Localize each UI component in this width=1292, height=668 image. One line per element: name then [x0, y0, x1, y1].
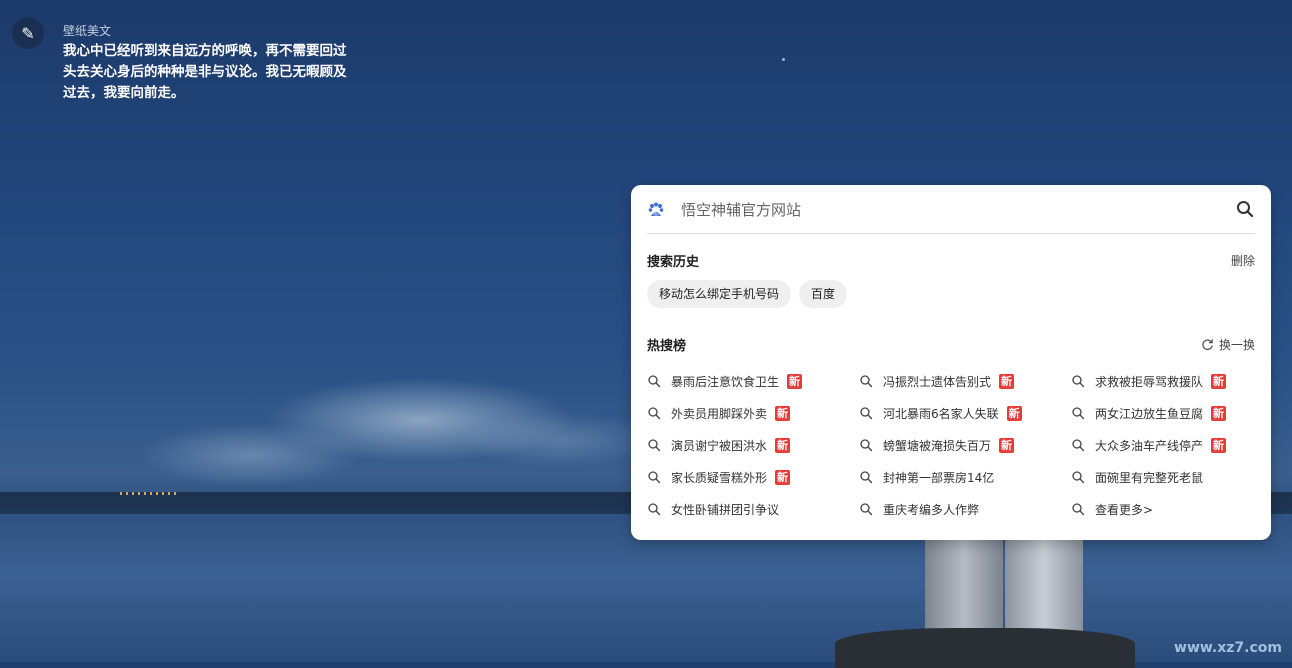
quill-icon[interactable]: ✎ — [12, 17, 44, 49]
hot-item-text: 女性卧铺拼团引争议 — [671, 502, 780, 517]
hot-item-text: 暴雨后注意饮食卫生 — [671, 374, 780, 389]
history-chip[interactable]: 百度 — [799, 280, 848, 308]
search-bar: du — [647, 197, 1255, 234]
new-badge: 新 — [999, 373, 1015, 389]
refresh-label: 换一换 — [1218, 338, 1255, 352]
search-icon — [1072, 407, 1085, 420]
new-badge: 新 — [787, 373, 803, 389]
hot-item-text: 冯振烈士遗体告别式 — [883, 374, 992, 389]
hot-item[interactable]: 河北暴雨6名家人失联新 — [859, 403, 1022, 423]
hot-item[interactable]: 封神第一部票房14亿 — [859, 467, 994, 487]
hot-title: 热搜榜 — [647, 339, 687, 354]
search-icon — [648, 439, 661, 452]
new-badge: 新 — [1211, 437, 1227, 453]
new-badge: 新 — [775, 469, 791, 485]
hot-item-text: 查看更多> — [1095, 502, 1154, 517]
hot-item[interactable]: 暴雨后注意饮食卫生新 — [647, 371, 803, 391]
quote-text: 我心中已经听到来自远方的呼唤，再不需要回过头去关心身后的种种是非与议论。我已无暇… — [63, 43, 347, 101]
search-icon — [860, 439, 873, 452]
star — [782, 58, 785, 61]
search-icon — [860, 407, 873, 420]
hot-item[interactable]: 重庆考编多人作弊 — [859, 499, 979, 519]
search-icon — [860, 503, 873, 516]
new-badge: 新 — [775, 405, 791, 421]
svg-text:du: du — [653, 212, 659, 217]
rocks — [835, 628, 1135, 668]
search-icon — [648, 407, 661, 420]
search-icon — [1072, 471, 1085, 484]
quote-title: 壁纸美文 — [63, 24, 112, 38]
hot-item-text: 演员谢宁被困洪水 — [671, 438, 768, 453]
search-icon — [1072, 503, 1085, 516]
baidu-paw-icon[interactable]: du — [647, 201, 665, 219]
hot-item[interactable]: 演员谢宁被困洪水新 — [647, 435, 791, 455]
hot-item-text: 河北暴雨6名家人失联 — [883, 406, 999, 421]
hot-item[interactable]: 面碗里有完整死老鼠 — [1071, 467, 1203, 487]
hot-item-text: 螃蟹塘被淹损失百万 — [883, 438, 992, 453]
hot-item-text: 求救被拒辱骂救援队 — [1095, 374, 1204, 389]
refresh-button[interactable]: 换一换 — [1201, 336, 1255, 353]
hot-item-text: 封神第一部票房14亿 — [883, 470, 995, 485]
hot-item[interactable]: 螃蟹塘被淹损失百万新 — [859, 435, 1015, 455]
search-input[interactable] — [681, 197, 1221, 223]
hot-item[interactable]: 求救被拒辱骂救援队新 — [1071, 371, 1227, 391]
delete-history-button[interactable]: 删除 — [1231, 252, 1255, 269]
hot-item-text: 重庆考编多人作弊 — [883, 502, 980, 517]
hot-item[interactable]: 家长质疑雪糕外形新 — [647, 467, 791, 487]
new-badge: 新 — [1211, 373, 1227, 389]
hot-item[interactable]: 冯振烈士遗体告别式新 — [859, 371, 1015, 391]
search-icon — [860, 471, 873, 484]
new-badge: 新 — [775, 437, 791, 453]
hot-item-text: 两女江边放生鱼豆腐 — [1095, 406, 1204, 421]
search-icon — [860, 375, 873, 388]
search-icon — [1072, 439, 1085, 452]
hot-item-text: 外卖员用脚踩外卖 — [671, 406, 768, 421]
hot-item[interactable]: 查看更多> — [1071, 499, 1153, 519]
new-badge: 新 — [1211, 405, 1227, 421]
hot-item[interactable]: 大众多油车产线停产新 — [1071, 435, 1227, 455]
history-chip[interactable]: 移动怎么绑定手机号码 — [647, 280, 792, 308]
hot-item[interactable]: 女性卧铺拼团引争议 — [647, 499, 779, 519]
search-icon — [1072, 375, 1085, 388]
hot-item[interactable]: 外卖员用脚踩外卖新 — [647, 403, 791, 423]
new-badge: 新 — [1006, 405, 1022, 421]
watermark: www.xz7.com — [1174, 640, 1282, 656]
town-lights — [120, 492, 180, 495]
hot-item-text: 面碗里有完整死老鼠 — [1095, 470, 1204, 485]
search-panel: du 搜索历史 删除 移动怎么绑定手机号码 百度 热搜榜 换一换 暴雨后注意饮食… — [631, 185, 1271, 540]
search-icon — [648, 471, 661, 484]
hot-item-text: 家长质疑雪糕外形 — [671, 470, 768, 485]
history-title: 搜索历史 — [647, 255, 700, 270]
refresh-icon — [1202, 339, 1213, 351]
search-icon[interactable] — [1235, 199, 1255, 219]
hot-item-text: 大众多油车产线停产 — [1095, 438, 1204, 453]
hot-item[interactable]: 两女江边放生鱼豆腐新 — [1071, 403, 1227, 423]
search-icon — [648, 375, 661, 388]
new-badge: 新 — [999, 437, 1015, 453]
search-icon — [648, 503, 661, 516]
